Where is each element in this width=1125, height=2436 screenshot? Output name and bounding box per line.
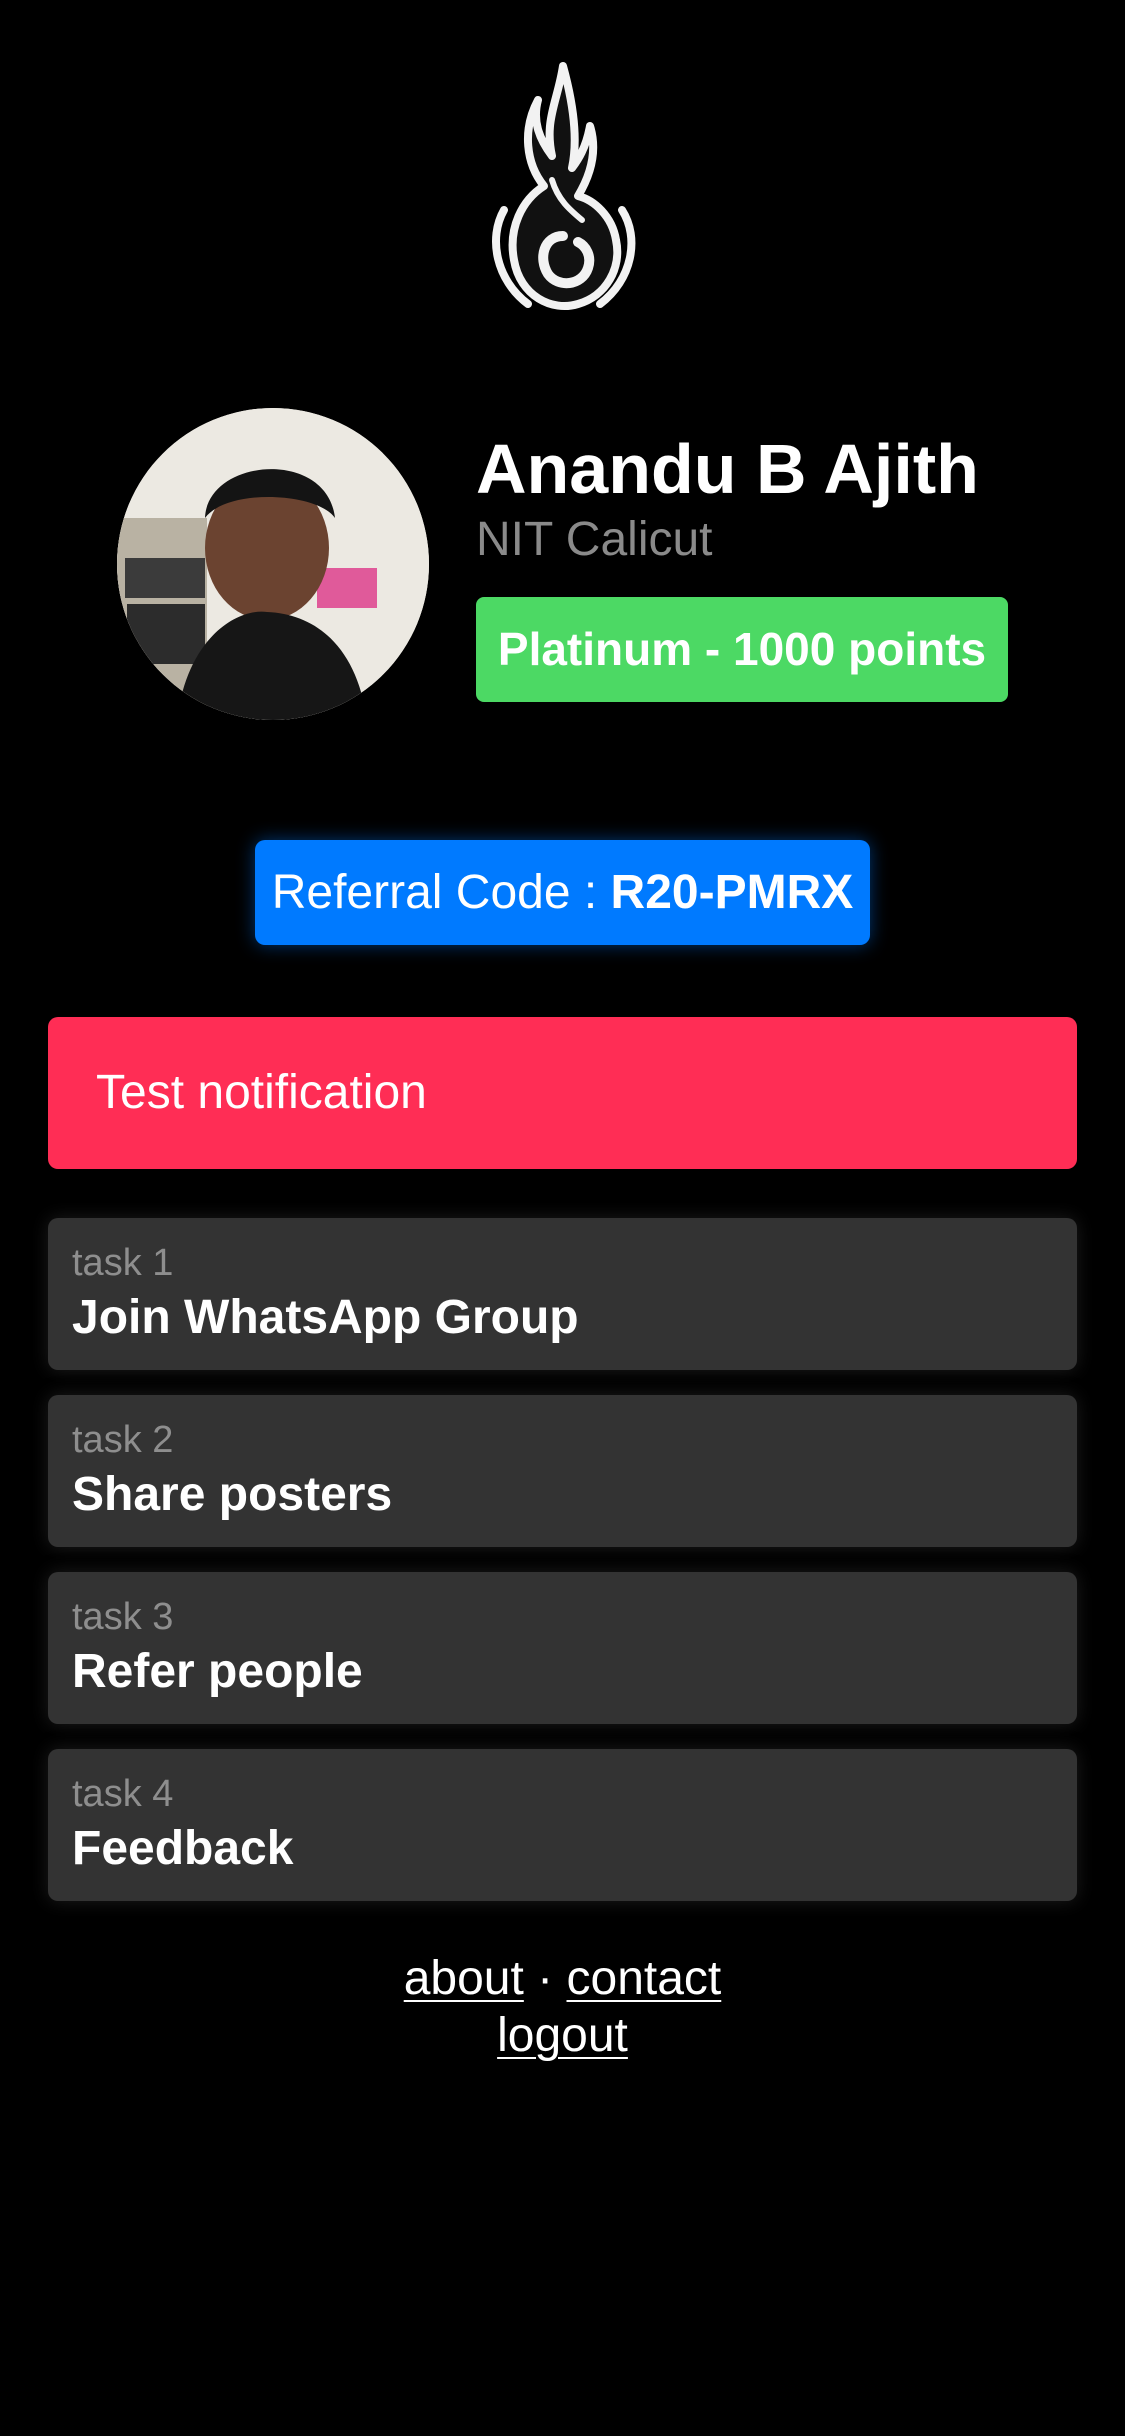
referral-code-value: R20-PMRX: [610, 866, 854, 919]
task-number: task 3: [72, 1596, 174, 1638]
task-number: task 1: [72, 1242, 174, 1284]
notification-text: Test notification: [96, 1066, 427, 1119]
task-title: Refer people: [72, 1645, 363, 1698]
task-title: Share posters: [72, 1468, 393, 1521]
task-card[interactable]: task 1 Join WhatsApp Group: [48, 1218, 1077, 1370]
task-title: Join WhatsApp Group: [72, 1291, 579, 1344]
contact-link[interactable]: contact: [567, 1952, 722, 2005]
avatar-photo: [117, 408, 429, 720]
notification-banner[interactable]: Test notification: [48, 1017, 1077, 1169]
task-title: Feedback: [72, 1822, 294, 1875]
flame-logo-icon: [492, 62, 636, 310]
about-link[interactable]: about: [404, 1952, 524, 2005]
referral-code-label: Referral Code :: [271, 866, 611, 919]
task-card[interactable]: task 4 Feedback: [48, 1749, 1077, 1901]
footer-separator: ·: [523, 1952, 567, 2005]
profile-avatar: [117, 408, 429, 720]
profile-name: Anandu B Ajith: [476, 430, 979, 508]
referral-code-badge[interactable]: Referral Code : R20-PMRX: [255, 840, 870, 945]
tier-points-badge: Platinum - 1000 points: [476, 597, 1008, 702]
task-number: task 2: [72, 1419, 174, 1461]
footer-links: about · contact logout: [0, 1950, 1125, 2064]
logout-link[interactable]: logout: [497, 2009, 628, 2062]
task-number: task 4: [72, 1773, 174, 1815]
profile-college: NIT Calicut: [476, 513, 713, 566]
task-card[interactable]: task 3 Refer people: [48, 1572, 1077, 1724]
task-card[interactable]: task 2 Share posters: [48, 1395, 1077, 1547]
